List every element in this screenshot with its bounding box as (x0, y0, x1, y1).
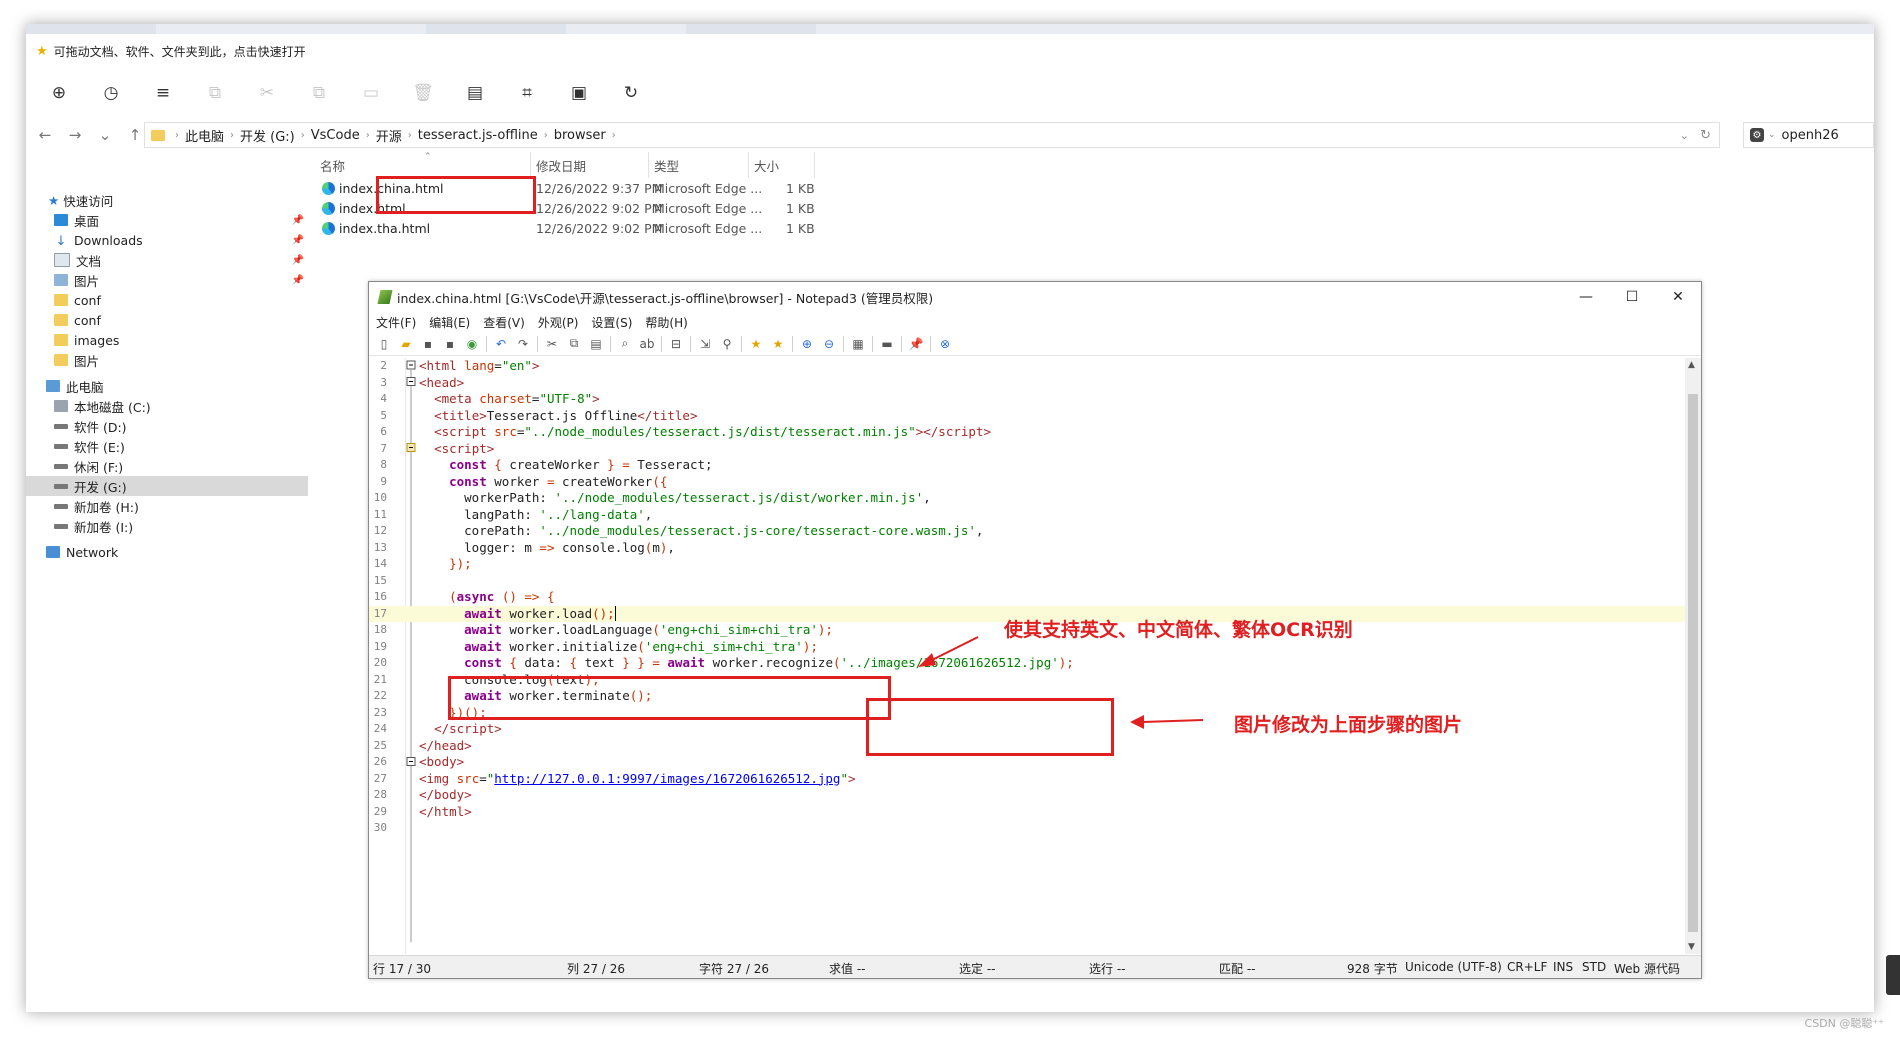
annotation-image-note: 图片修改为上面步骤的图片 (1234, 714, 1463, 736)
watermark: CSDN @聪聪⁺⁺ (1804, 1017, 1884, 1030)
annotation-language-note: 使其支持英文、中文简体、繁体OCR识别 (1004, 619, 1353, 641)
side-handle (1886, 955, 1900, 995)
annotation-arrows (918, 636, 1204, 729)
